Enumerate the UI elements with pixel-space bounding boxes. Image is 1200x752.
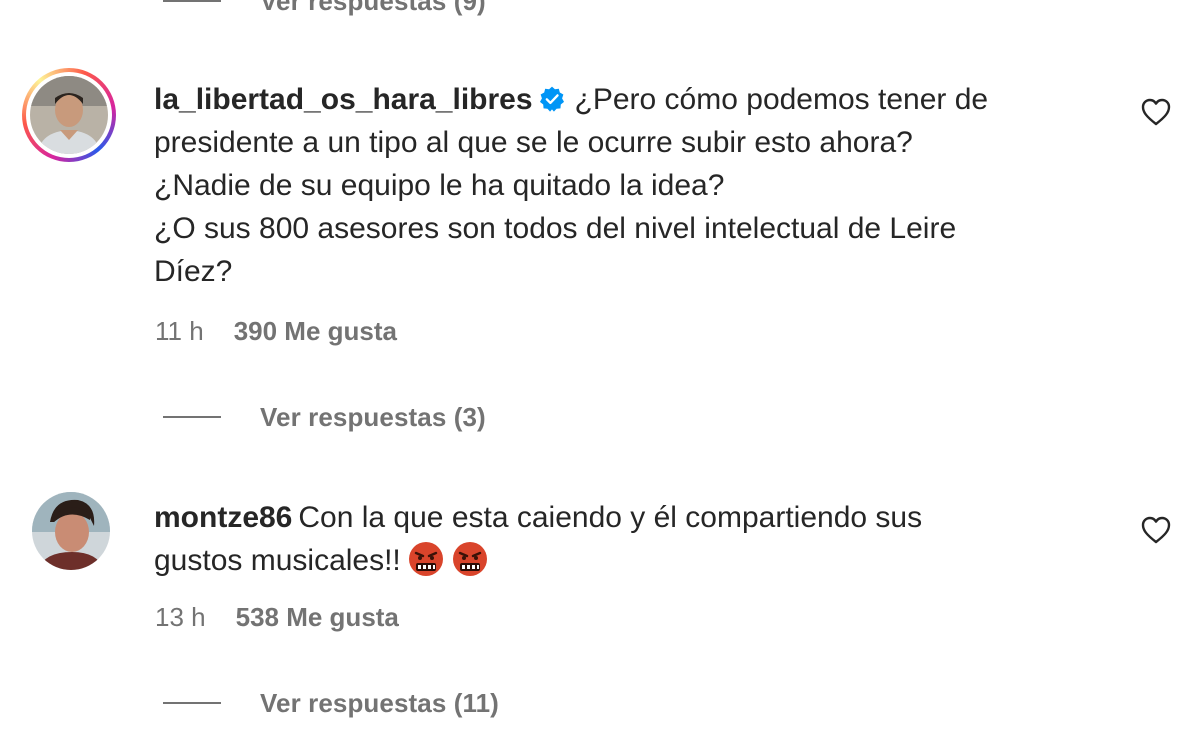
comment-likes-count[interactable]: 390 Me gusta xyxy=(234,316,397,347)
comment-text-line: presidente a un tipo al que se le ocurre… xyxy=(154,126,913,159)
view-replies-label[interactable]: Ver respuestas (3) xyxy=(260,402,486,433)
like-heart-icon[interactable] xyxy=(1141,98,1171,126)
comment-text-line: ¿Nadie de su equipo le ha quitado la ide… xyxy=(154,169,725,202)
comment-text-line: ¿O sus 800 asesores son todos del nivel … xyxy=(154,212,957,245)
comment-text-line: gustos musicales!! xyxy=(154,544,401,577)
replies-divider-line xyxy=(163,0,221,2)
verified-badge-icon xyxy=(539,86,564,112)
comment-text-line: ¿Pero cómo podemos tener de xyxy=(574,83,989,116)
comment-time: 13 h xyxy=(155,602,206,632)
replies-toggle[interactable]: Ver respuestas (11) xyxy=(163,688,499,718)
view-replies-label[interactable]: Ver respuestas (11) xyxy=(260,688,499,719)
comment-meta: 13 h 538 Me gusta xyxy=(155,602,399,633)
replies-divider-line xyxy=(163,416,221,418)
view-replies-label[interactable]: Ver respuestas (9) xyxy=(260,0,486,17)
angry-cursing-face-emoji-icon xyxy=(408,542,443,576)
avatar[interactable] xyxy=(32,492,110,570)
avatar-story-ring[interactable] xyxy=(22,68,116,162)
avatar xyxy=(30,76,108,154)
angry-cursing-face-emoji-icon xyxy=(452,542,487,576)
comment-username[interactable]: la_libertad_os_hara_libres xyxy=(154,83,533,116)
comment-body: la_libertad_os_hara_libres ¿Pero cómo po… xyxy=(154,78,1094,293)
like-heart-icon[interactable] xyxy=(1141,516,1171,544)
comment-text-line: Díez? xyxy=(154,255,233,288)
comment-text-line: Con la que esta caiendo y él compartiend… xyxy=(298,501,923,534)
comment-time: 11 h xyxy=(155,316,204,346)
comment-username[interactable]: montze86 xyxy=(154,501,292,534)
comment-meta: 11 h 390 Me gusta xyxy=(155,316,397,347)
replies-toggle-top[interactable]: Ver respuestas (9) xyxy=(163,0,486,16)
comment-likes-count[interactable]: 538 Me gusta xyxy=(236,602,399,633)
comment-body: montze86 Con la que esta caiendo y él com… xyxy=(154,496,1094,582)
replies-divider-line xyxy=(163,702,221,704)
replies-toggle[interactable]: Ver respuestas (3) xyxy=(163,402,486,432)
